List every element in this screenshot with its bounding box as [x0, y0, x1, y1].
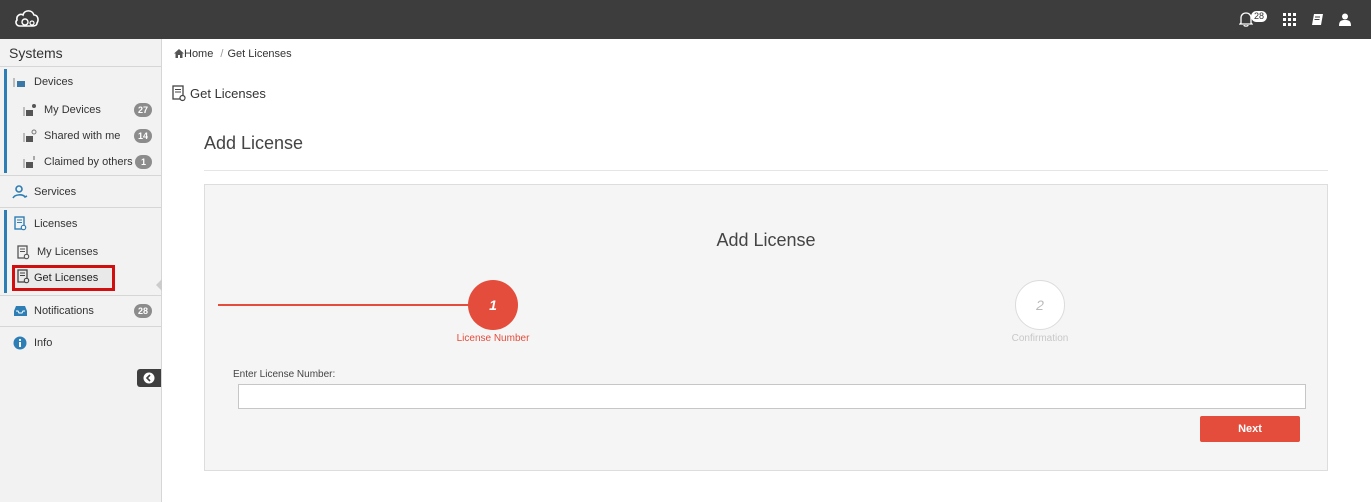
- step-1-label: License Number: [456, 333, 530, 344]
- services-icon: [12, 184, 28, 200]
- step-2-label: Confirmation: [1011, 333, 1069, 344]
- claimed-device-icon: [22, 154, 38, 170]
- breadcrumb-current: Get Licenses: [227, 48, 292, 60]
- docs-button[interactable]: [1303, 0, 1331, 39]
- section-title: Add License: [204, 133, 304, 153]
- count-badge: 27: [133, 103, 152, 117]
- license-icon: [17, 269, 30, 287]
- licenses-group: Licenses My Licenses Get Licenses: [0, 208, 161, 296]
- home-icon: [174, 49, 184, 58]
- cloud-gear-logo-icon[interactable]: [14, 7, 40, 31]
- book-icon: [1311, 14, 1323, 25]
- sidebar-pointer: [156, 279, 162, 291]
- collapse-sidebar-button[interactable]: [137, 369, 161, 387]
- sidebar-item-shared-with-me[interactable]: Shared with me 14: [0, 123, 161, 149]
- page-heading: Get Licenses: [172, 85, 266, 102]
- sidebar-item-label: Notifications: [34, 305, 94, 317]
- info-group: Info: [0, 327, 161, 358]
- apps-grid-button[interactable]: [1275, 0, 1303, 39]
- services-group: Services: [0, 176, 161, 208]
- sidebar-item-label: Services: [34, 185, 77, 198]
- page-title: Get Licenses: [190, 86, 266, 101]
- sidebar-item-my-devices[interactable]: My Devices 27: [0, 97, 161, 123]
- license-icon: [172, 85, 186, 102]
- sidebar-item-get-licenses[interactable]: Get Licenses: [12, 265, 115, 291]
- top-bar: 28: [0, 0, 1371, 39]
- arrow-left-circle-icon: [143, 372, 155, 384]
- devices-group: Devices My Devices 27 Shared with me 14 …: [0, 67, 161, 176]
- step-1-indicator[interactable]: 1: [468, 280, 518, 330]
- sidebar-item-label: My Devices: [44, 104, 101, 116]
- sidebar-item-info[interactable]: Info: [0, 327, 161, 358]
- sidebar-item-devices[interactable]: Devices: [0, 67, 161, 97]
- sidebar-item-label: Devices: [34, 76, 74, 88]
- user-icon: [1339, 13, 1351, 26]
- grid-icon: [1282, 13, 1296, 26]
- add-license-wizard: Add License 1 License Number 2 Confirmat…: [204, 184, 1328, 471]
- license-icon: [12, 216, 28, 232]
- step-2-indicator[interactable]: 2: [1015, 280, 1065, 330]
- notifications-group: Notifications 28: [0, 296, 161, 327]
- sidebar-item-label: Info: [34, 336, 53, 349]
- sidebar: Systems Devices My Devices 27 Shared wit…: [0, 39, 162, 502]
- wizard-title: Add License: [716, 230, 816, 250]
- sidebar-item-services[interactable]: Services: [0, 176, 161, 207]
- home-link-label: Home: [184, 48, 214, 60]
- divider: [204, 170, 1328, 171]
- notification-count-badge: 28: [1251, 11, 1268, 22]
- license-number-label: Enter License Number:: [233, 369, 336, 380]
- count-badge: 1: [135, 155, 152, 169]
- sidebar-item-label: Get Licenses: [34, 272, 99, 284]
- sidebar-item-notifications[interactable]: Notifications 28: [0, 296, 161, 326]
- inbox-icon: [12, 303, 28, 319]
- device-icon: [12, 74, 28, 90]
- sidebar-item-my-licenses[interactable]: My Licenses: [0, 239, 161, 265]
- count-badge: 28: [133, 304, 152, 318]
- progress-line: [218, 304, 483, 306]
- sidebar-item-label: Claimed by others: [44, 156, 133, 168]
- shared-device-icon: [22, 128, 38, 144]
- license-icon: [15, 244, 31, 260]
- sidebar-title: Systems: [0, 39, 161, 67]
- count-badge: 14: [133, 129, 152, 143]
- breadcrumb-separator: /: [220, 48, 224, 60]
- license-number-input[interactable]: [238, 384, 1306, 409]
- sidebar-item-claimed-by-others[interactable]: Claimed by others 1: [0, 149, 161, 175]
- my-device-icon: [22, 102, 38, 118]
- sidebar-item-label: My Licenses: [37, 246, 99, 258]
- info-icon: [12, 335, 28, 351]
- notifications-bell[interactable]: 28: [1235, 0, 1275, 39]
- sidebar-item-label: Licenses: [34, 217, 78, 230]
- next-button[interactable]: Next: [1200, 416, 1300, 442]
- sidebar-item-licenses[interactable]: Licenses: [0, 208, 161, 239]
- sidebar-item-label: Shared with me: [44, 130, 121, 142]
- user-menu-button[interactable]: [1331, 0, 1359, 39]
- home-link[interactable]: Home: [174, 48, 216, 60]
- breadcrumb: Home / Get Licenses: [174, 48, 292, 60]
